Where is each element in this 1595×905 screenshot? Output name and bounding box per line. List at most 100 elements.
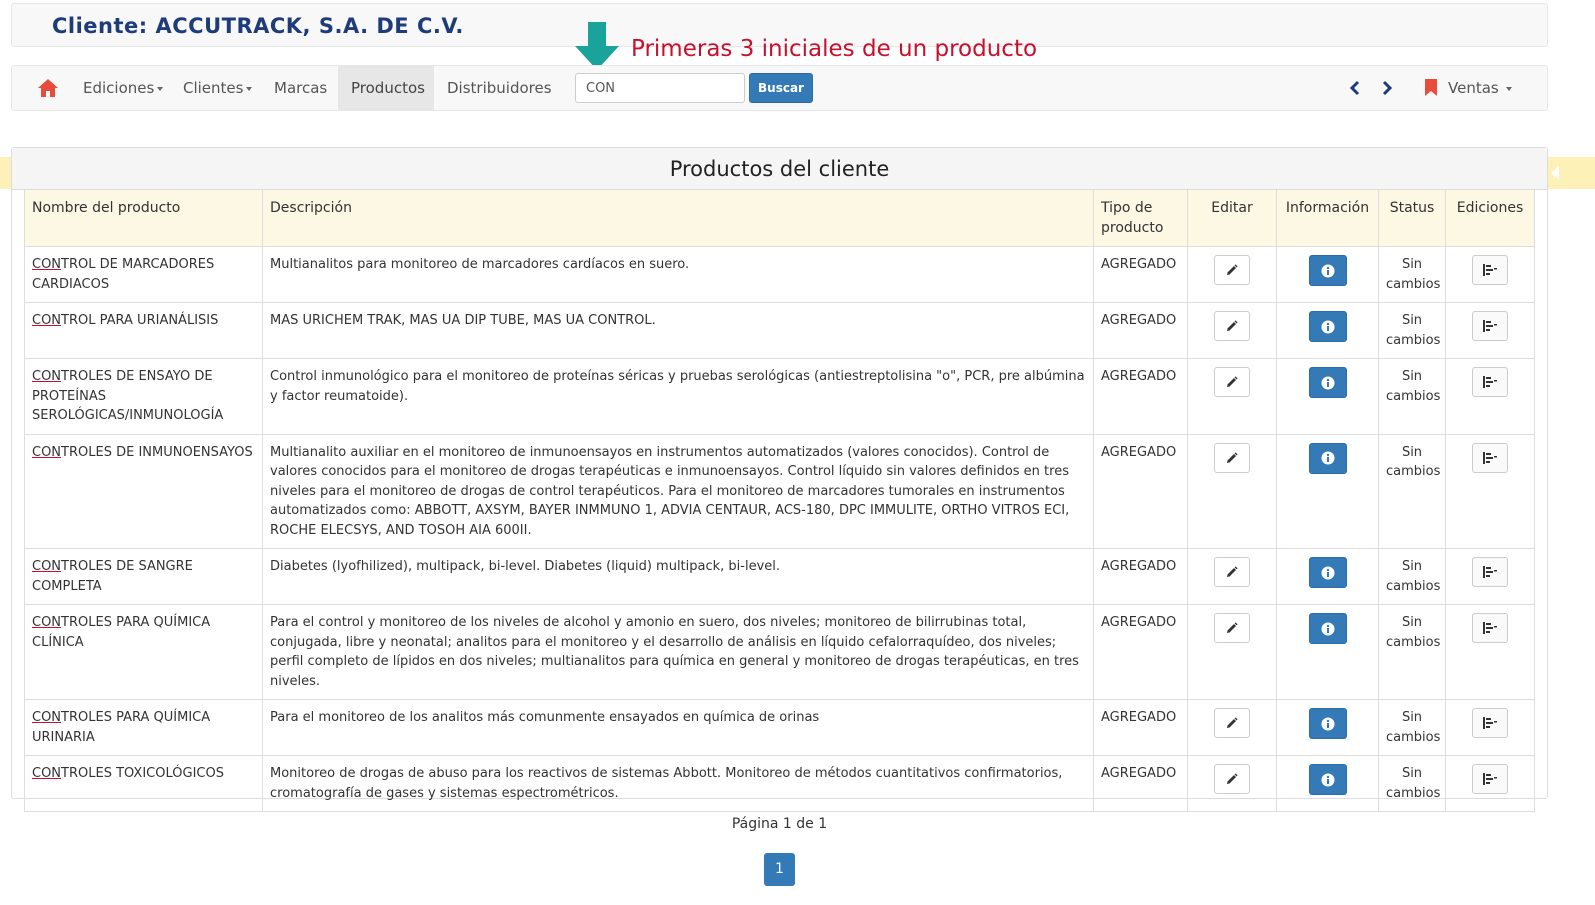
edit-button[interactable]: [1214, 442, 1250, 473]
edit-cell: [1187, 246, 1277, 303]
product-description: Multianalitos para monitoreo de marcador…: [262, 246, 1094, 303]
info-button[interactable]: [1308, 311, 1347, 342]
navbar: Ediciones Clientes Marcas Productos Dist…: [11, 65, 1548, 111]
table-row: CONTROLES PARA QUÍMICA URINARIA Para el m…: [24, 699, 1535, 756]
product-name: TROL PARA URIANÁLISIS: [61, 313, 219, 328]
edit-button[interactable]: [1214, 613, 1250, 643]
col-header-name[interactable]: Nombre del producto: [24, 189, 263, 247]
col-header-description[interactable]: Descripción: [262, 189, 1094, 247]
product-name-prefix: CON: [32, 559, 62, 574]
table-header-row: Nombre del producto Descripción Tipo de …: [24, 189, 1535, 247]
info-button[interactable]: [1308, 367, 1347, 398]
chevron-left-icon[interactable]: [1348, 80, 1362, 96]
product-type: AGREGADO: [1093, 699, 1188, 756]
product-type: AGREGADO: [1093, 358, 1188, 435]
edit-cell: [1187, 548, 1277, 605]
nav-productos-label: Productos: [351, 79, 425, 97]
edit-button[interactable]: [1214, 708, 1250, 738]
product-name: TROLES DE INMUNOENSAYOS: [61, 444, 253, 460]
editions-cell: [1445, 699, 1535, 756]
col-header-edit: Editar: [1187, 189, 1277, 247]
product-status: Sin cambios: [1378, 548, 1446, 605]
side-tab-right[interactable]: [1547, 157, 1595, 189]
editions-button[interactable]: [1472, 708, 1508, 738]
product-name-prefix: CON: [32, 444, 62, 460]
chevron-right-icon[interactable]: [1380, 80, 1394, 96]
product-type: AGREGADO: [1093, 755, 1188, 812]
edit-button[interactable]: [1214, 255, 1250, 285]
editions-cell: [1445, 433, 1535, 549]
editions-button[interactable]: [1472, 442, 1508, 473]
product-status: Sin cambios: [1378, 433, 1446, 549]
info-button[interactable]: [1308, 708, 1347, 739]
info-button[interactable]: [1308, 764, 1347, 795]
editions-button[interactable]: [1472, 367, 1508, 397]
product-name-cell: CONTROLES TOXICOLÓGICOS: [24, 755, 263, 812]
editions-cell: [1445, 246, 1535, 303]
nav-clientes[interactable]: Clientes: [170, 66, 265, 110]
caret-down-icon: [1505, 86, 1512, 91]
edit-cell: [1187, 699, 1277, 756]
col-header-type[interactable]: Tipo de producto: [1093, 189, 1188, 247]
edit-cell: [1187, 433, 1277, 549]
home-icon[interactable]: [38, 79, 58, 97]
nav-ventas-label: Ventas: [1448, 79, 1499, 97]
edit-cell: [1187, 302, 1277, 359]
bookmark-icon: [1425, 79, 1437, 96]
nav-ventas[interactable]: Ventas: [1448, 66, 1512, 110]
product-description: Monitoreo de drogas de abuso para los re…: [262, 755, 1094, 812]
info-button[interactable]: [1308, 557, 1347, 588]
nav-distribuidores[interactable]: Distribuidores: [434, 66, 565, 110]
nav-clientes-label: Clientes: [183, 79, 244, 97]
edit-button[interactable]: [1214, 764, 1250, 794]
editions-button[interactable]: [1472, 311, 1508, 341]
editions-button[interactable]: [1472, 255, 1508, 285]
col-header-info: Información: [1276, 189, 1379, 247]
product-type: AGREGADO: [1093, 433, 1188, 549]
caret-down-icon: [246, 86, 253, 91]
product-name-prefix: CON: [32, 313, 62, 328]
editions-cell: [1445, 358, 1535, 435]
info-cell: [1276, 302, 1379, 359]
nav-marcas[interactable]: Marcas: [261, 66, 340, 110]
nav-ediciones-label: Ediciones: [83, 79, 155, 97]
search-button[interactable]: Buscar: [749, 73, 813, 103]
product-status: Sin cambios: [1378, 246, 1446, 303]
product-status: Sin cambios: [1378, 358, 1446, 435]
nav-productos[interactable]: Productos: [338, 66, 434, 110]
table-row: CONTROLES DE ENSAYO DE PROTEÍNAS SEROLÓG…: [24, 358, 1535, 435]
editions-button[interactable]: [1472, 613, 1508, 643]
product-status: Sin cambios: [1378, 604, 1446, 700]
info-button[interactable]: [1308, 255, 1347, 286]
info-button[interactable]: [1308, 442, 1347, 474]
page-button-1[interactable]: 1: [764, 853, 795, 886]
editions-button[interactable]: [1472, 764, 1508, 794]
edit-button[interactable]: [1214, 311, 1250, 341]
table-row: CONTROLES DE INMUNOENSAYOS Multianalito a…: [24, 433, 1535, 549]
edit-button[interactable]: [1214, 367, 1250, 397]
table-row: CONTROL PARA URIANÁLISIS MAS URICHEM TRAK…: [24, 302, 1535, 359]
edit-cell: [1187, 755, 1277, 812]
table-row: CONTROL DE MARCADORES CARDIACOS Multianal…: [24, 246, 1535, 303]
editions-cell: [1445, 548, 1535, 605]
info-button[interactable]: [1308, 613, 1347, 644]
product-name-cell: CONTROLES PARA QUÍMICA CLÍNICA: [24, 604, 263, 700]
nav-ediciones[interactable]: Ediciones: [70, 66, 176, 110]
search-input[interactable]: [575, 73, 745, 103]
info-cell: [1276, 755, 1379, 812]
product-description: Control inmunológico para el monitoreo d…: [262, 358, 1094, 435]
product-name-prefix: CON: [32, 615, 62, 630]
pagination-text: Página 1 de 1: [731, 816, 828, 832]
table-row: CONTROLES PARA QUÍMICA CLÍNICA Para el co…: [24, 604, 1535, 700]
products-table: Nombre del producto Descripción Tipo de …: [24, 189, 1535, 812]
product-name-prefix: CON: [32, 766, 62, 781]
product-status: Sin cambios: [1378, 302, 1446, 359]
annotation-text: Primeras 3 iniciales de un producto: [631, 36, 1038, 62]
edit-button[interactable]: [1214, 557, 1250, 587]
info-cell: [1276, 699, 1379, 756]
editions-button[interactable]: [1472, 557, 1508, 587]
product-description: Para el control y monitoreo de los nivel…: [262, 604, 1094, 700]
editions-cell: [1445, 604, 1535, 700]
info-cell: [1276, 358, 1379, 435]
client-title: Cliente: ACCUTRACK, S.A. DE C.V.: [52, 14, 464, 38]
